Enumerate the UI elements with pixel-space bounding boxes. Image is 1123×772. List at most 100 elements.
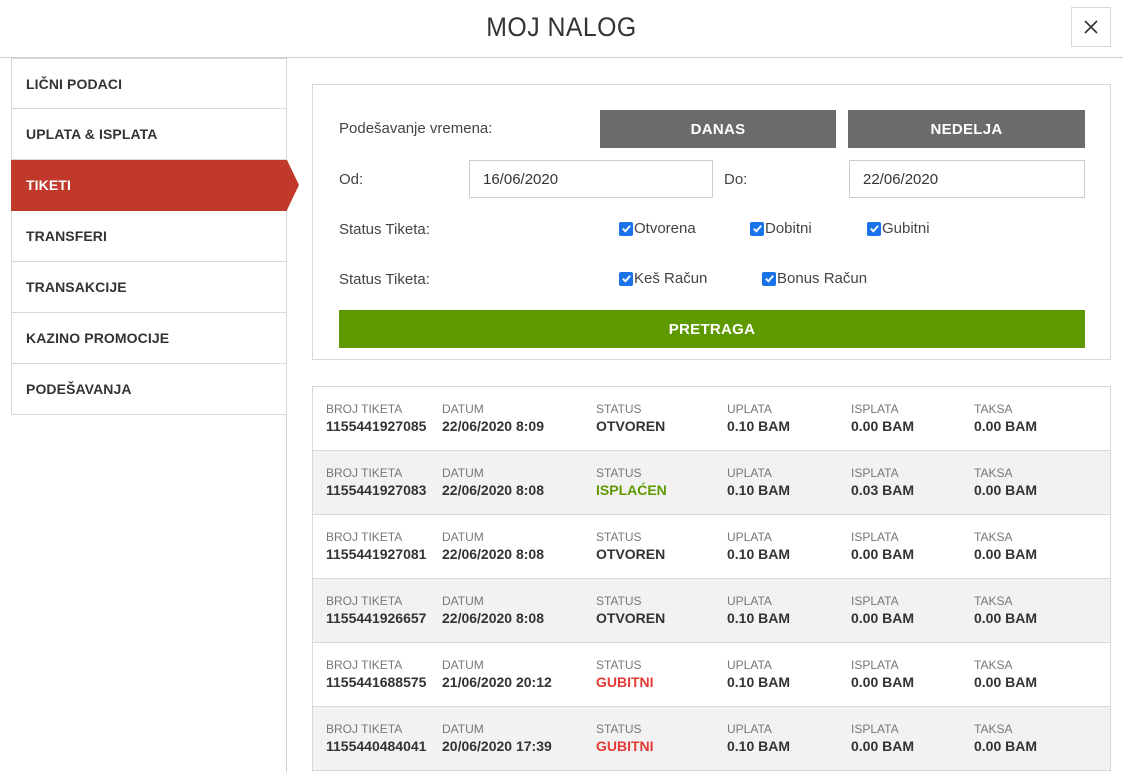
ticket-tax-cell: TAKSA 0.00 BAM [974,723,1037,756]
sidebar-item-label: TRANSFERI [26,228,108,244]
checkbox-label: Otvorena [634,220,696,237]
ticket-status-cell: STATUS OTVOREN [596,531,665,564]
ticket-number-label: BROJ TIKETA [326,402,403,416]
ticket-number-label: BROJ TIKETA [326,530,403,544]
table-row[interactable]: BROJ TIKETA 1155441926657 DATUM 22/06/2020 … [313,579,1110,643]
checkbox-dobitni[interactable]: Dobitni [750,220,812,237]
ticket-stake-label: UPLATA [727,530,772,544]
sidebar-item-label: TIKETI [26,177,71,193]
ticket-stake-cell: UPLATA 0.10 BAM [727,531,790,564]
checkmark-icon [867,221,881,236]
tickets-list: BROJ TIKETA 1155441927085 DATUM 22/06/2020 … [312,386,1111,772]
ticket-status-value: OTVOREN [596,610,666,626]
table-row[interactable]: BROJ TIKETA 1155440484041 DATUM 20/06/2020 … [313,707,1110,771]
ticket-tax-value: 0.00 BAM [974,418,1038,434]
ticket-payout-value: 0.00 BAM [851,610,915,626]
checkbox-otvorena[interactable]: Otvorena [619,220,696,237]
ticket-payout-label: ISPLATA [851,466,899,480]
sidebar-nav: LIČNI PODACI UPLATA & ISPLATA TIKETI TRANSF… [11,58,299,415]
sidebar-item-2[interactable]: TIKETI [11,160,299,211]
ticket-tax-cell: TAKSA 0.00 BAM [974,531,1037,564]
ticket-date-label: DATUM [442,722,484,736]
account-status-label: Status Tiketa: [339,271,430,288]
ticket-tax-cell: TAKSA 0.00 BAM [974,403,1037,436]
ticket-tax-cell: TAKSA 0.00 BAM [974,595,1037,628]
page-title: MOJ NALOG [486,12,637,42]
ticket-payout-cell: ISPLATA 0.00 BAM [851,403,914,436]
sidebar-item-label: PODEŠAVANJA [26,381,132,397]
ticket-tax-label: TAKSA [974,402,1013,416]
table-row[interactable]: BROJ TIKETA 1155441927081 DATUM 22/06/2020 … [313,515,1110,579]
ticket-date-label: DATUM [442,402,484,416]
ticket-number-value: 1155441688575 [326,674,427,690]
checkbox-kes-racun[interactable]: Keš Račun [619,270,707,287]
ticket-date-value: 21/06/2020 20:12 [442,674,552,690]
checkbox-bonus-racun[interactable]: Bonus Račun [762,270,867,287]
table-row[interactable]: BROJ TIKETA 1155441688575 DATUM 21/06/2020 … [313,643,1110,707]
sidebar-item-0[interactable]: LIČNI PODACI [11,58,287,109]
sidebar-item-label: KAZINO PROMOCIJE [26,330,170,346]
ticket-payout-value: 0.00 BAM [851,546,915,562]
ticket-date-label: DATUM [442,658,484,672]
ticket-stake-label: UPLATA [727,466,772,480]
ticket-status-label: STATUS [596,466,642,480]
ticket-payout-cell: ISPLATA 0.00 BAM [851,595,914,628]
ticket-tax-value: 0.00 BAM [974,610,1038,626]
to-label: Do: [724,171,748,188]
ticket-date-value: 22/06/2020 8:09 [442,418,544,434]
to-date-input[interactable]: 22/06/2020 [849,160,1085,198]
ticket-tax-cell: TAKSA 0.00 BAM [974,467,1037,500]
close-icon [1084,20,1098,34]
ticket-stake-value: 0.10 BAM [727,482,791,498]
ticket-status-label: Status Tiketa: [339,221,430,238]
checkmark-icon [762,271,776,286]
sidebar-item-4[interactable]: TRANSAKCIJE [11,262,287,313]
ticket-tax-label: TAKSA [974,594,1013,608]
sidebar-item-1[interactable]: UPLATA & ISPLATA [11,109,287,160]
ticket-payout-label: ISPLATA [851,530,899,544]
checkbox-label: Gubitni [882,220,930,237]
week-button[interactable]: NEDELJA [848,110,1085,148]
table-row[interactable]: BROJ TIKETA 1155441927085 DATUM 22/06/2020 … [313,387,1110,451]
checkbox-label: Dobitni [765,220,812,237]
close-button[interactable] [1071,7,1111,47]
ticket-tax-label: TAKSA [974,658,1013,672]
ticket-status-value: OTVOREN [596,418,666,434]
ticket-number-value: 1155440484041 [326,738,427,754]
ticket-stake-label: UPLATA [727,722,772,736]
ticket-stake-value: 0.10 BAM [727,738,791,754]
ticket-tax-label: TAKSA [974,722,1013,736]
ticket-date-label: DATUM [442,530,484,544]
ticket-status-label: STATUS [596,658,642,672]
ticket-payout-label: ISPLATA [851,402,899,416]
ticket-tax-value: 0.00 BAM [974,546,1038,562]
ticket-payout-label: ISPLATA [851,658,899,672]
ticket-status-cell: STATUS ISPLAĆEN [596,467,667,500]
checkbox-label: Bonus Račun [777,270,868,287]
sidebar-item-3[interactable]: TRANSFERI [11,211,287,262]
table-row[interactable]: BROJ TIKETA 1155441927083 DATUM 22/06/2020 … [313,451,1110,515]
from-date-input[interactable]: 16/06/2020 [469,160,713,198]
ticket-stake-cell: UPLATA 0.10 BAM [727,659,790,692]
ticket-payout-label: ISPLATA [851,722,899,736]
search-button[interactable]: PRETRAGA [339,310,1085,348]
ticket-date-value: 20/06/2020 17:39 [442,738,552,754]
ticket-tax-label: TAKSA [974,466,1013,480]
ticket-number-label: BROJ TIKETA [326,658,403,672]
today-button[interactable]: DANAS [600,110,836,148]
ticket-tax-label: TAKSA [974,530,1013,544]
checkbox-gubitni[interactable]: Gubitni [867,220,930,237]
ticket-stake-value: 0.10 BAM [727,418,791,434]
ticket-status-cell: STATUS OTVOREN [596,595,665,628]
ticket-number-value: 1155441927083 [326,482,427,498]
sidebar-item-5[interactable]: KAZINO PROMOCIJE [11,313,287,364]
ticket-number-label: BROJ TIKETA [326,466,403,480]
ticket-payout-cell: ISPLATA 0.03 BAM [851,467,914,500]
ticket-date-label: DATUM [442,466,484,480]
ticket-status-label: STATUS [596,402,642,416]
ticket-status-label: STATUS [596,722,642,736]
sidebar-item-6[interactable]: PODEŠAVANJA [11,364,287,415]
ticket-stake-cell: UPLATA 0.10 BAM [727,723,790,756]
ticket-date-value: 22/06/2020 8:08 [442,482,544,498]
ticket-date-cell: DATUM 22/06/2020 8:08 [442,467,544,500]
